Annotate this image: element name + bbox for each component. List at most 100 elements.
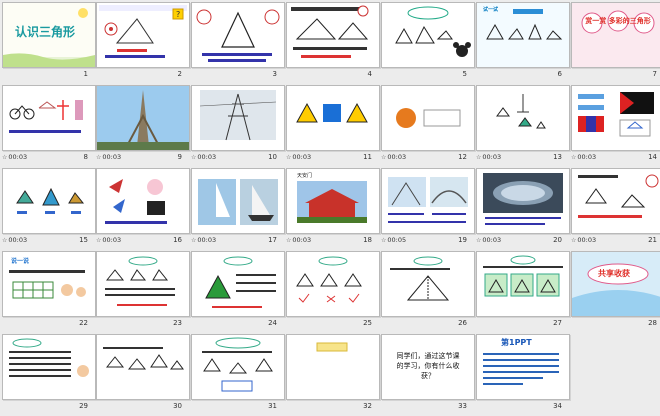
slide-thumbnail-18[interactable]: 天安门 ☆00:03 18 <box>286 168 380 250</box>
slide-preview[interactable] <box>2 334 96 400</box>
slide-art <box>202 337 273 392</box>
slide-preview[interactable]: 共享收获 <box>571 251 660 317</box>
slide-preview[interactable] <box>191 85 285 151</box>
slide-preview[interactable]: 试一试 <box>476 2 570 68</box>
slide-timing: ☆00:03 <box>191 153 217 161</box>
slide-number: 16 <box>173 236 182 244</box>
slide-thumbnail-34[interactable]: 第1PPT 34 <box>476 334 570 416</box>
slide-preview[interactable] <box>191 251 285 317</box>
slide-art <box>16 187 85 214</box>
slide-art <box>296 102 368 123</box>
slide-thumbnail-24[interactable]: 24 <box>191 251 285 333</box>
slide-preview[interactable] <box>381 85 475 151</box>
slide-thumbnail-8[interactable]: ☆00:03 8 <box>2 85 96 167</box>
slide-thumbnail-21[interactable]: ☆00:03 21 <box>571 168 660 250</box>
slide-thumbnail-25[interactable]: 25 <box>286 251 380 333</box>
slide-preview[interactable] <box>2 85 96 151</box>
slide-preview[interactable] <box>96 168 190 234</box>
slide-thumbnail-7[interactable]: 赏一赏 多彩的三角形 7 <box>571 2 660 84</box>
slide-thumbnail-14[interactable]: ☆00:03 14 <box>571 85 660 167</box>
slide-number: 18 <box>363 236 372 244</box>
slide-art <box>205 256 276 308</box>
slide-thumbnail-23[interactable]: 23 <box>96 251 190 333</box>
slide-number: 27 <box>553 319 562 327</box>
slide-art <box>578 92 654 137</box>
slide-thumbnail-29[interactable]: 29 <box>2 334 96 416</box>
slide-thumbnail-28[interactable]: 共享收获 28 <box>571 251 660 333</box>
slide-thumbnail-10[interactable]: ☆00:03 10 <box>191 85 285 167</box>
slide-thumbnail-6[interactable]: 试一试 6 <box>476 2 570 84</box>
transition-icon: ☆ <box>571 237 577 244</box>
slide-art <box>496 94 546 129</box>
slide-preview[interactable] <box>191 334 285 400</box>
slide-preview[interactable] <box>476 85 570 151</box>
slide-preview[interactable]: 第1PPT <box>476 334 570 400</box>
slide-number: 24 <box>268 319 277 327</box>
slide-preview[interactable]: 天安门 <box>286 168 380 234</box>
slide-preview[interactable] <box>381 251 475 317</box>
slide-number: 6 <box>557 70 562 78</box>
slide-title: 认识三角形 <box>15 25 76 39</box>
slide-art <box>9 338 89 377</box>
slide-preview[interactable]: 赏一赏 多彩的三角形 <box>571 2 660 68</box>
slide-preview[interactable] <box>96 251 190 317</box>
slide-preview[interactable] <box>571 168 660 234</box>
slide-thumbnail-5[interactable]: 5 <box>381 2 475 84</box>
slide-preview[interactable] <box>381 168 475 234</box>
slide-preview[interactable] <box>191 168 285 234</box>
slide-art <box>572 263 660 316</box>
slide-number: 14 <box>648 153 657 161</box>
slide-number: 1 <box>83 70 88 78</box>
slide-title: 试一试 <box>483 7 499 13</box>
slide-thumbnail-33[interactable]: 同学们，通过这节课的学习，你有什么收获？ 33 <box>381 334 475 416</box>
slide-preview[interactable] <box>571 85 660 151</box>
slide-thumbnail-31[interactable]: 31 <box>191 334 285 416</box>
slide-preview[interactable] <box>286 251 380 317</box>
slide-thumbnail-1[interactable]: 认识三角形 1 <box>2 2 96 84</box>
slide-thumbnail-4[interactable]: 4 <box>286 2 380 84</box>
slide-thumbnail-20[interactable]: ☆00:03 20 <box>476 168 570 250</box>
slide-preview[interactable] <box>286 334 380 400</box>
slide-preview[interactable] <box>286 85 380 151</box>
slide-thumbnail-11[interactable]: ☆00:03 11 <box>286 85 380 167</box>
slide-thumbnail-15[interactable]: ☆00:03 15 <box>2 168 96 250</box>
slide-preview[interactable] <box>191 2 285 68</box>
slide-art <box>483 255 563 297</box>
slide-thumbnail-13[interactable]: ☆00:03 13 <box>476 85 570 167</box>
slide-title: 第1PPT <box>501 338 532 347</box>
transition-icon: ☆ <box>96 154 102 161</box>
slide-preview[interactable] <box>476 168 570 234</box>
slide-number: 19 <box>458 236 467 244</box>
slide-thumbnail-9[interactable]: ☆00:03 9 <box>96 85 190 167</box>
slide-preview[interactable] <box>96 85 190 151</box>
slide-thumbnail-12[interactable]: ☆00:03 12 <box>381 85 475 167</box>
slide-thumbnail-27[interactable]: 27 <box>476 251 570 333</box>
slide-timing: ☆00:03 <box>286 236 312 244</box>
slide-title: 赏一赏 多彩的三角形 <box>585 17 651 25</box>
slide-thumbnail-32[interactable]: 32 <box>286 334 380 416</box>
slide-art <box>9 100 83 133</box>
slide-thumbnail-30[interactable]: 30 <box>96 334 190 416</box>
slide-preview[interactable] <box>286 2 380 68</box>
slide-number: 21 <box>648 236 657 244</box>
slide-thumbnail-17[interactable]: ☆00:03 17 <box>191 168 285 250</box>
slide-thumbnail-16[interactable]: ☆00:03 16 <box>96 168 190 250</box>
slide-preview[interactable] <box>381 2 475 68</box>
slide-preview[interactable] <box>476 251 570 317</box>
slide-thumbnail-3[interactable]: 3 <box>191 2 285 84</box>
slide-art <box>103 347 184 370</box>
slide-thumbnail-22[interactable]: 说一说 22 <box>2 251 96 333</box>
slide-preview[interactable]: 同学们，通过这节课的学习，你有什么收获？ <box>381 334 475 400</box>
slide-preview[interactable] <box>2 168 96 234</box>
slide-preview[interactable] <box>96 334 190 400</box>
slide-thumbnail-26[interactable]: 26 <box>381 251 475 333</box>
slide-art <box>291 5 369 58</box>
slide-thumbnail-2[interactable]: ? 2 <box>96 2 190 84</box>
slide-preview[interactable]: 认识三角形 <box>2 2 96 68</box>
slide-thumbnail-19[interactable]: ☆00:05 19 <box>381 168 475 250</box>
slide-preview[interactable]: 说一说 <box>2 251 96 317</box>
slide-preview[interactable]: ? <box>96 2 190 68</box>
slide-title: 天安门 <box>297 173 313 179</box>
slide-timing: ☆00:03 <box>571 236 597 244</box>
slide-art <box>395 6 471 57</box>
